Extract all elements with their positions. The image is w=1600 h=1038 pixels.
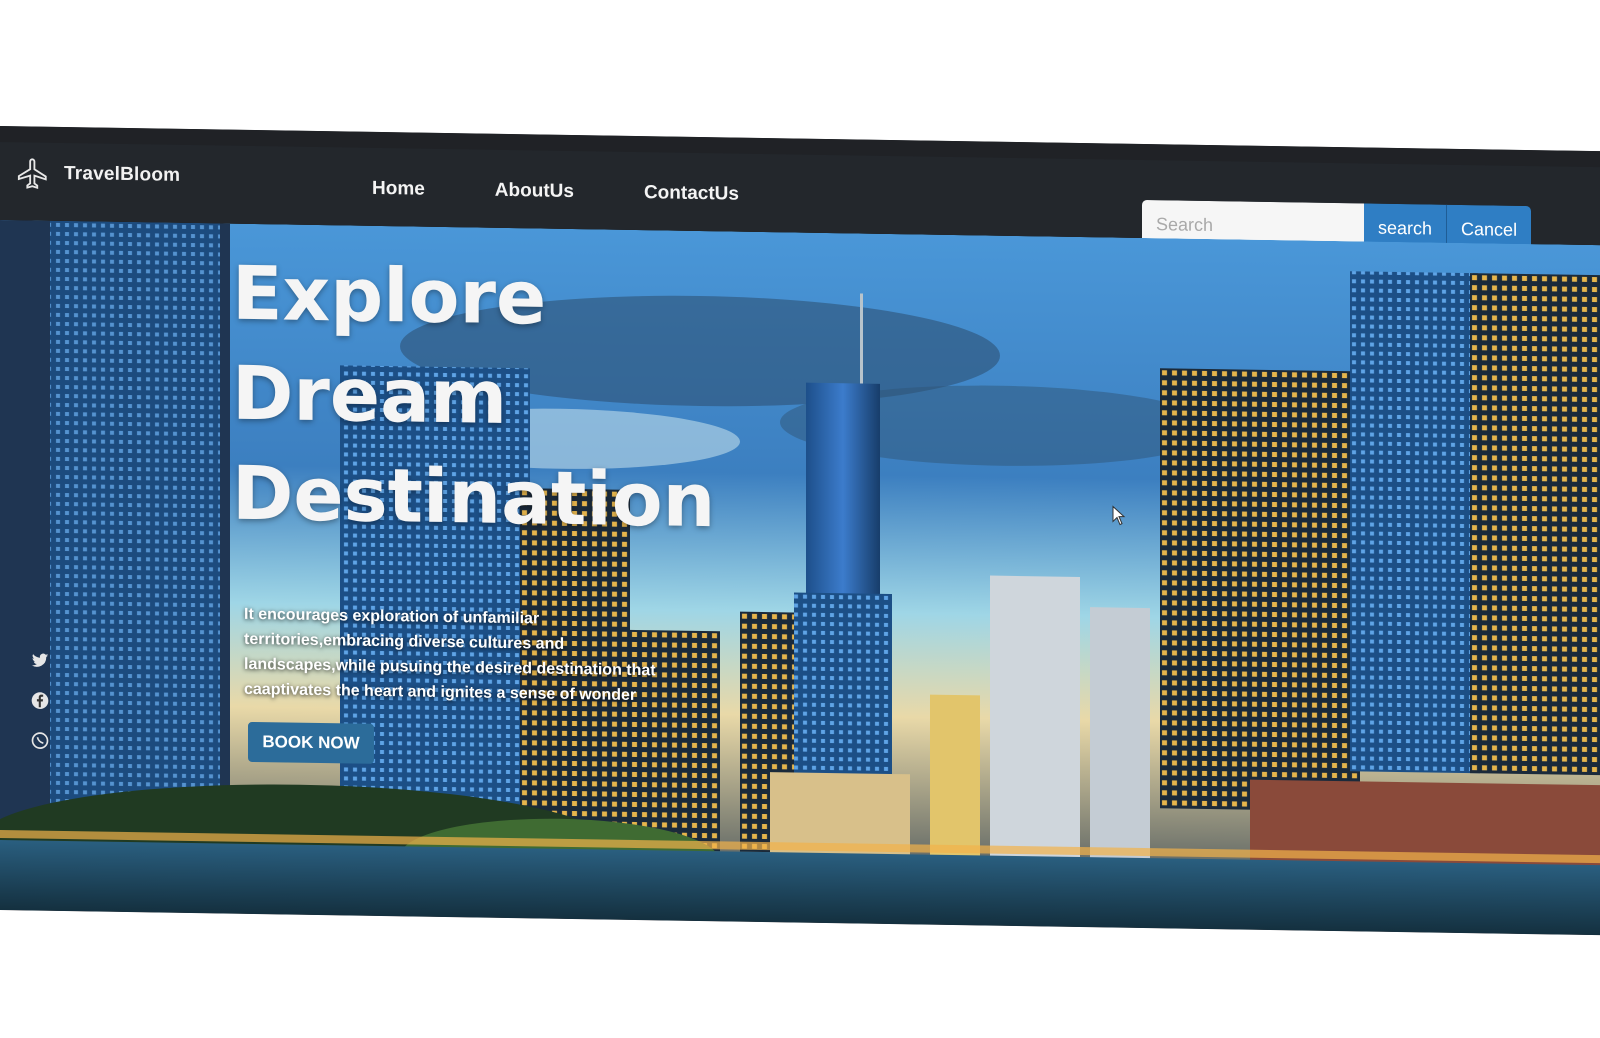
social-links	[30, 650, 50, 750]
main-nav: Home AboutUs ContactUs	[372, 178, 739, 206]
book-now-button[interactable]: BOOK NOW	[248, 721, 374, 764]
headline-line: Dream	[232, 350, 508, 441]
headline-line: Explore	[232, 250, 547, 342]
whatsapp-icon[interactable]	[30, 730, 50, 750]
twitter-icon[interactable]	[30, 650, 50, 670]
nav-about-us[interactable]: AboutUs	[495, 180, 574, 203]
hero-headline: Explore Dream Destination	[232, 244, 715, 552]
mouse-cursor-icon	[1112, 505, 1126, 526]
hero-tagline: It encourages exploration of unfamiliar …	[244, 605, 656, 704]
brand-name: TravelBloom	[64, 163, 181, 186]
airplane-icon	[17, 158, 47, 189]
brand[interactable]: TravelBloom	[16, 156, 180, 193]
monitor-screen: ☆ ⤓ TravelBloom Home AboutUs ContactUs s…	[0, 126, 1600, 936]
nav-home[interactable]: Home	[372, 178, 425, 201]
nav-contact-us[interactable]: ContactUs	[644, 182, 739, 205]
hero-section: Explore Dream Destination It encourages …	[0, 220, 1600, 936]
headline-line: Destination	[232, 450, 716, 545]
facebook-icon[interactable]	[30, 690, 50, 710]
